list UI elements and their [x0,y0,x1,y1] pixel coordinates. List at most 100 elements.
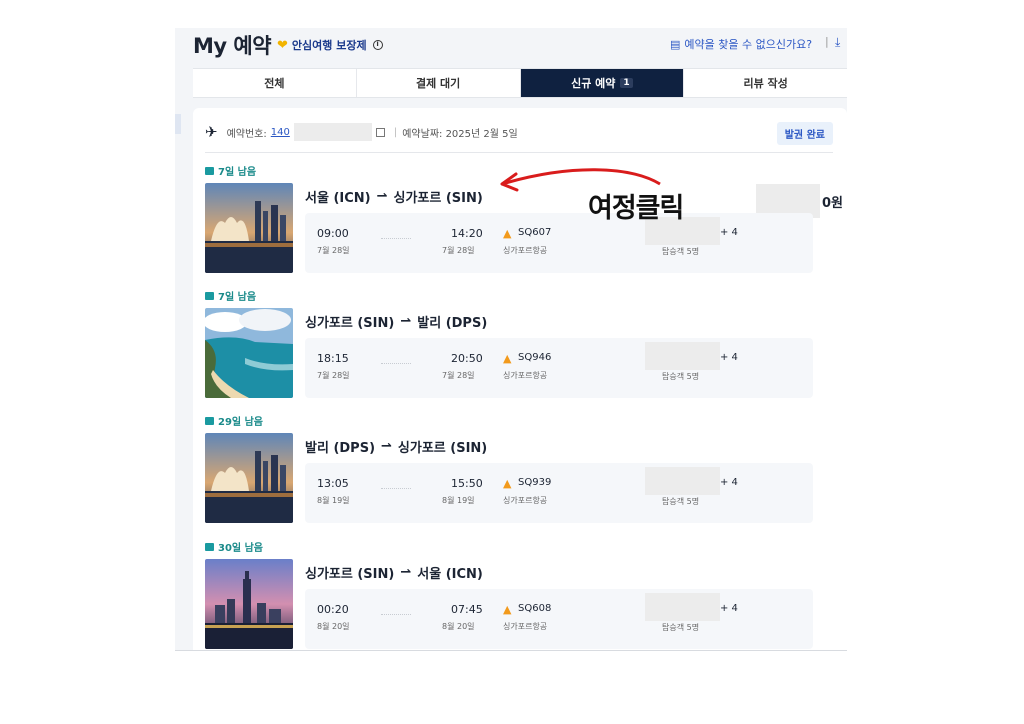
tab-pending-payment[interactable]: 결제 대기 [357,69,521,97]
extra-passengers: + 4 [720,603,738,614]
tab-count-badge: 1 [620,78,633,88]
origin: 서울 (ICN) [305,191,371,206]
card-divider [205,152,833,153]
guarantee-label: 안심여행 보장제 [291,39,367,52]
arrival-date: 7월 28일 [442,246,475,255]
flight-detail-box[interactable]: 18:15 7월 28일 20:50 7월 28일 ▲ SQ946 싱가포르항공… [305,338,813,398]
departure-time: 09:00 [317,227,349,240]
receipt-icon: ▤ [670,37,681,51]
reservation-number-link[interactable]: 140 [271,127,290,138]
days-remaining-label: 30일 남음 [218,543,263,554]
airline-name: 싱가포르항공 [503,622,548,631]
arrival-time: 07:45 [451,603,483,616]
departure-date: 7월 28일 [317,246,350,255]
tab-label: 신규 예약 [571,77,616,90]
page-header: My 예약 ❤ 안심여행 보장제 i ▤ 예약을 찾을 수 없으신가요? | ⤓ [175,28,847,68]
copy-icon[interactable] [375,127,385,137]
redacted-passenger-name [645,593,720,621]
divider: | [393,126,398,138]
route-title[interactable]: 싱가포르 (SIN) ⇀ 발리 (DPS) [305,312,487,331]
tab-label: 결제 대기 [415,77,461,90]
airline-logo-icon: ▲ [503,352,512,365]
itinerary-segment[interactable]: 7일 남음 싱가포르 (SIN) ⇀ 발리 (DPS) 18:15 7월 28일 2… [205,288,845,404]
passenger-count: 탑승객 5명 [662,372,700,381]
arrival-time: 15:50 [451,477,483,490]
reservation-date: 예약날짜: 2025년 2월 5일 [402,128,518,140]
destination: 싱가포르 (SIN) [397,441,488,456]
flight-number: SQ946 [518,352,552,363]
origin: 싱가포르 (SIN) [305,316,395,331]
route-title[interactable]: 발리 (DPS) ⇀ 싱가포르 (SIN) [305,437,487,456]
airline-logo-icon: ▲ [503,227,512,240]
departure-time: 13:05 [317,477,349,490]
days-remaining-label: 7일 남음 [218,167,257,178]
itinerary-segment[interactable]: 29일 남음 발리 (DPS) ⇀ 싱가포르 (SIN) 13:05 8월 19일 … [205,413,845,529]
route-arrow-icon: ⇀ [400,314,412,329]
tab-new-reservation[interactable]: 신규 예약 1 [520,69,685,97]
reservation-number-label: 예약번호: [226,128,267,140]
guarantee-link[interactable]: ❤ 안심여행 보장제 i [277,37,383,53]
destination: 싱가포르 (SIN) [393,191,483,206]
extra-passengers: + 4 [720,477,738,488]
flight-line [381,614,411,615]
calendar-icon [205,166,214,175]
passenger-count: 탑승객 5명 [662,247,700,256]
itinerary-segment[interactable]: 30일 남음 싱가포르 (SIN) ⇀ 서울 (ICN) 00:20 8월 20일 … [205,539,845,650]
tab-write-review[interactable]: 리뷰 작성 [684,69,847,97]
calendar-icon [205,542,214,551]
days-remaining: 7일 남음 [205,288,256,303]
destination-image [205,433,293,523]
reservation-info-row: ✈ 예약번호: 140 | 예약날짜: 2025년 2월 5일 발권 완료 [205,120,833,145]
origin: 발리 (DPS) [305,441,376,456]
extra-passengers: + 4 [720,352,738,363]
tab-label: 전체 [264,77,285,90]
destination: 서울 (ICN) [417,567,483,582]
flight-line [381,238,411,239]
route-title[interactable]: 싱가포르 (SIN) ⇀ 서울 (ICN) [305,563,483,582]
route-arrow-icon: ⇀ [400,565,412,580]
days-remaining-label: 7일 남음 [218,292,257,303]
calendar-icon [205,416,214,425]
extra-passengers: + 4 [720,227,738,238]
download-icon[interactable]: ⤓ [835,35,840,50]
destination-image [205,559,293,649]
departure-time: 18:15 [317,352,349,365]
destination: 발리 (DPS) [417,316,488,331]
airplane-icon: ✈ [205,123,218,141]
departure-time: 00:20 [317,603,349,616]
passenger-count: 탑승객 5명 [662,623,700,632]
redacted-reservation-number [293,123,372,141]
airline-name: 싱가포르항공 [503,371,548,380]
flight-detail-box[interactable]: 09:00 7월 28일 14:20 7월 28일 ▲ SQ607 싱가포르항공… [305,213,813,273]
flight-number: SQ607 [518,227,552,238]
airline-name: 싱가포르항공 [503,496,548,505]
help-link[interactable]: ▤ 예약을 찾을 수 없으신가요? [670,36,812,52]
flight-line [381,488,411,489]
airline-name: 싱가포르항공 [503,246,548,255]
price-suffix: 0원 [821,195,843,211]
departure-date: 7월 28일 [317,371,350,380]
flight-line [381,363,411,364]
arrival-date: 8월 19일 [442,496,475,505]
days-remaining-label: 29일 남음 [218,417,263,428]
flight-detail-box[interactable]: 00:20 8월 20일 07:45 8월 20일 ▲ SQ608 싱가포르항공… [305,589,813,649]
route-title[interactable]: 서울 (ICN) ⇀ 싱가포르 (SIN) [305,187,483,206]
departure-date: 8월 19일 [317,496,350,505]
info-icon[interactable]: i [372,40,383,50]
tab-all[interactable]: 전체 [193,69,357,97]
airline-logo-icon: ▲ [503,477,512,490]
departure-date: 8월 20일 [317,622,350,631]
flight-number: SQ939 [518,477,552,488]
airline-logo-icon: ▲ [503,603,512,616]
redacted-passenger-name [645,342,720,370]
days-remaining: 7일 남음 [205,163,256,178]
arrival-date: 8월 20일 [442,622,475,631]
tab-label: 리뷰 작성 [743,77,788,90]
arrival-date: 7월 28일 [442,371,475,380]
route-arrow-icon: ⇀ [381,439,392,454]
sidebar-edge [175,114,181,134]
flight-detail-box[interactable]: 13:05 8월 19일 15:50 8월 19일 ▲ SQ939 싱가포르항공… [305,463,813,523]
reservation-tabs: 전체 결제 대기 신규 예약 1 리뷰 작성 [193,68,847,98]
destination-image [205,183,293,273]
arrival-time: 14:20 [451,227,483,240]
